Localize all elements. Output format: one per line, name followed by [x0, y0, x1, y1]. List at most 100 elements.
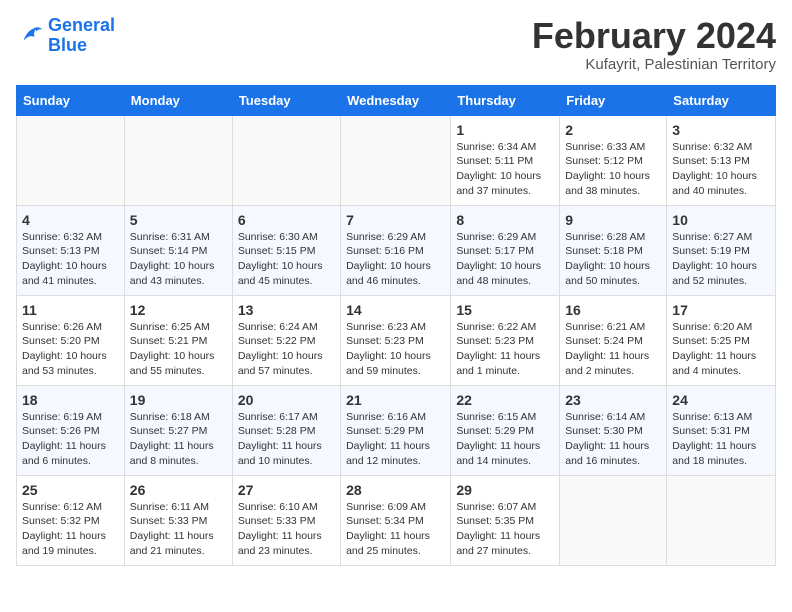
day-number: 3	[672, 122, 770, 138]
calendar-cell: 15 Sunrise: 6:22 AM Sunset: 5:23 PM Dayli…	[451, 295, 560, 385]
calendar-cell: 18 Sunrise: 6:19 AM Sunset: 5:26 PM Dayli…	[17, 385, 125, 475]
calendar-week-3: 11 Sunrise: 6:26 AM Sunset: 5:20 PM Dayli…	[17, 295, 776, 385]
day-info: Sunrise: 6:14 AM Sunset: 5:30 PM Dayligh…	[565, 410, 661, 469]
day-info: Sunrise: 6:16 AM Sunset: 5:29 PM Dayligh…	[346, 410, 445, 469]
header-day-thursday: Thursday	[451, 85, 560, 115]
day-info: Sunrise: 6:29 AM Sunset: 5:16 PM Dayligh…	[346, 230, 445, 289]
day-number: 17	[672, 302, 770, 318]
day-info: Sunrise: 6:34 AM Sunset: 5:11 PM Dayligh…	[456, 140, 554, 199]
day-info: Sunrise: 6:22 AM Sunset: 5:23 PM Dayligh…	[456, 320, 554, 379]
day-info: Sunrise: 6:24 AM Sunset: 5:22 PM Dayligh…	[238, 320, 335, 379]
calendar-cell: 24 Sunrise: 6:13 AM Sunset: 5:31 PM Dayli…	[667, 385, 776, 475]
day-number: 6	[238, 212, 335, 228]
calendar-cell: 12Sunrise: 6:25 AM Sunset: 5:21 PM Dayli…	[124, 295, 232, 385]
calendar-cell: 14Sunrise: 6:23 AM Sunset: 5:23 PM Dayli…	[341, 295, 451, 385]
calendar-cell: 20 Sunrise: 6:17 AM Sunset: 5:28 PM Dayli…	[232, 385, 340, 475]
calendar-cell: 17 Sunrise: 6:20 AM Sunset: 5:25 PM Dayli…	[667, 295, 776, 385]
day-info: Sunrise: 6:33 AM Sunset: 5:12 PM Dayligh…	[565, 140, 661, 199]
calendar-cell: 1 Sunrise: 6:34 AM Sunset: 5:11 PM Daylig…	[451, 115, 560, 205]
calendar-cell: 23 Sunrise: 6:14 AM Sunset: 5:30 PM Dayli…	[560, 385, 667, 475]
header-day-monday: Monday	[124, 85, 232, 115]
calendar-cell: 3Sunrise: 6:32 AM Sunset: 5:13 PM Daylig…	[667, 115, 776, 205]
day-number: 19	[130, 392, 227, 408]
day-number: 28	[346, 482, 445, 498]
location: Kufayrit, Palestinian Territory	[532, 56, 776, 73]
day-number: 1	[456, 122, 554, 138]
day-info: Sunrise: 6:07 AM Sunset: 5:35 PM Dayligh…	[456, 500, 554, 559]
header-day-saturday: Saturday	[667, 85, 776, 115]
calendar-cell	[341, 115, 451, 205]
day-number: 18	[22, 392, 119, 408]
day-info: Sunrise: 6:17 AM Sunset: 5:28 PM Dayligh…	[238, 410, 335, 469]
calendar-cell: 19 Sunrise: 6:18 AM Sunset: 5:27 PM Dayli…	[124, 385, 232, 475]
day-info: Sunrise: 6:19 AM Sunset: 5:26 PM Dayligh…	[22, 410, 119, 469]
calendar-week-5: 25 Sunrise: 6:12 AM Sunset: 5:32 PM Dayli…	[17, 475, 776, 565]
header-day-tuesday: Tuesday	[232, 85, 340, 115]
calendar-cell: 10 Sunrise: 6:27 AM Sunset: 5:19 PM Dayli…	[667, 205, 776, 295]
calendar-cell: 5 Sunrise: 6:31 AM Sunset: 5:14 PM Daylig…	[124, 205, 232, 295]
day-info: Sunrise: 6:11 AM Sunset: 5:33 PM Dayligh…	[130, 500, 227, 559]
day-number: 10	[672, 212, 770, 228]
day-info: Sunrise: 6:20 AM Sunset: 5:25 PM Dayligh…	[672, 320, 770, 379]
calendar-cell: 25 Sunrise: 6:12 AM Sunset: 5:32 PM Dayli…	[17, 475, 125, 565]
day-info: Sunrise: 6:18 AM Sunset: 5:27 PM Dayligh…	[130, 410, 227, 469]
logo-icon	[16, 22, 44, 50]
month-title: February 2024	[532, 16, 776, 56]
logo-text: General Blue	[48, 16, 115, 56]
calendar-cell	[560, 475, 667, 565]
calendar-cell	[232, 115, 340, 205]
day-info: Sunrise: 6:32 AM Sunset: 5:13 PM Dayligh…	[22, 230, 119, 289]
day-number: 2	[565, 122, 661, 138]
day-number: 29	[456, 482, 554, 498]
day-info: Sunrise: 6:27 AM Sunset: 5:19 PM Dayligh…	[672, 230, 770, 289]
calendar-cell: 22Sunrise: 6:15 AM Sunset: 5:29 PM Dayli…	[451, 385, 560, 475]
day-number: 21	[346, 392, 445, 408]
calendar-cell: 16 Sunrise: 6:21 AM Sunset: 5:24 PM Dayli…	[560, 295, 667, 385]
day-number: 14	[346, 302, 445, 318]
header-day-sunday: Sunday	[17, 85, 125, 115]
day-info: Sunrise: 6:28 AM Sunset: 5:18 PM Dayligh…	[565, 230, 661, 289]
day-info: Sunrise: 6:21 AM Sunset: 5:24 PM Dayligh…	[565, 320, 661, 379]
calendar-cell: 7 Sunrise: 6:29 AM Sunset: 5:16 PM Daylig…	[341, 205, 451, 295]
day-number: 8	[456, 212, 554, 228]
day-info: Sunrise: 6:31 AM Sunset: 5:14 PM Dayligh…	[130, 230, 227, 289]
calendar-cell	[124, 115, 232, 205]
calendar-cell: 13 Sunrise: 6:24 AM Sunset: 5:22 PM Dayli…	[232, 295, 340, 385]
day-number: 7	[346, 212, 445, 228]
day-info: Sunrise: 6:29 AM Sunset: 5:17 PM Dayligh…	[456, 230, 554, 289]
calendar-cell: 27 Sunrise: 6:10 AM Sunset: 5:33 PM Dayli…	[232, 475, 340, 565]
day-info: Sunrise: 6:26 AM Sunset: 5:20 PM Dayligh…	[22, 320, 119, 379]
day-number: 11	[22, 302, 119, 318]
day-number: 23	[565, 392, 661, 408]
day-info: Sunrise: 6:12 AM Sunset: 5:32 PM Dayligh…	[22, 500, 119, 559]
day-number: 24	[672, 392, 770, 408]
day-number: 26	[130, 482, 227, 498]
day-info: Sunrise: 6:10 AM Sunset: 5:33 PM Dayligh…	[238, 500, 335, 559]
day-number: 22	[456, 392, 554, 408]
calendar-cell	[17, 115, 125, 205]
day-number: 25	[22, 482, 119, 498]
day-number: 12	[130, 302, 227, 318]
calendar-cell: 21 Sunrise: 6:16 AM Sunset: 5:29 PM Dayli…	[341, 385, 451, 475]
header-day-friday: Friday	[560, 85, 667, 115]
day-info: Sunrise: 6:30 AM Sunset: 5:15 PM Dayligh…	[238, 230, 335, 289]
day-number: 20	[238, 392, 335, 408]
day-number: 5	[130, 212, 227, 228]
calendar-cell: 4 Sunrise: 6:32 AM Sunset: 5:13 PM Daylig…	[17, 205, 125, 295]
calendar-cell: 8 Sunrise: 6:29 AM Sunset: 5:17 PM Daylig…	[451, 205, 560, 295]
day-info: Sunrise: 6:13 AM Sunset: 5:31 PM Dayligh…	[672, 410, 770, 469]
calendar-cell: 28Sunrise: 6:09 AM Sunset: 5:34 PM Dayli…	[341, 475, 451, 565]
calendar-cell: 9Sunrise: 6:28 AM Sunset: 5:18 PM Daylig…	[560, 205, 667, 295]
day-number: 15	[456, 302, 554, 318]
day-number: 4	[22, 212, 119, 228]
calendar-week-4: 18 Sunrise: 6:19 AM Sunset: 5:26 PM Dayli…	[17, 385, 776, 475]
calendar-cell: 11 Sunrise: 6:26 AM Sunset: 5:20 PM Dayli…	[17, 295, 125, 385]
logo: General Blue	[16, 16, 115, 56]
day-number: 27	[238, 482, 335, 498]
calendar-cell: 2 Sunrise: 6:33 AM Sunset: 5:12 PM Daylig…	[560, 115, 667, 205]
day-number: 16	[565, 302, 661, 318]
calendar-table: SundayMondayTuesdayWednesdayThursdayFrid…	[16, 85, 776, 566]
calendar-cell: 26 Sunrise: 6:11 AM Sunset: 5:33 PM Dayli…	[124, 475, 232, 565]
calendar-cell: 6 Sunrise: 6:30 AM Sunset: 5:15 PM Daylig…	[232, 205, 340, 295]
day-number: 13	[238, 302, 335, 318]
